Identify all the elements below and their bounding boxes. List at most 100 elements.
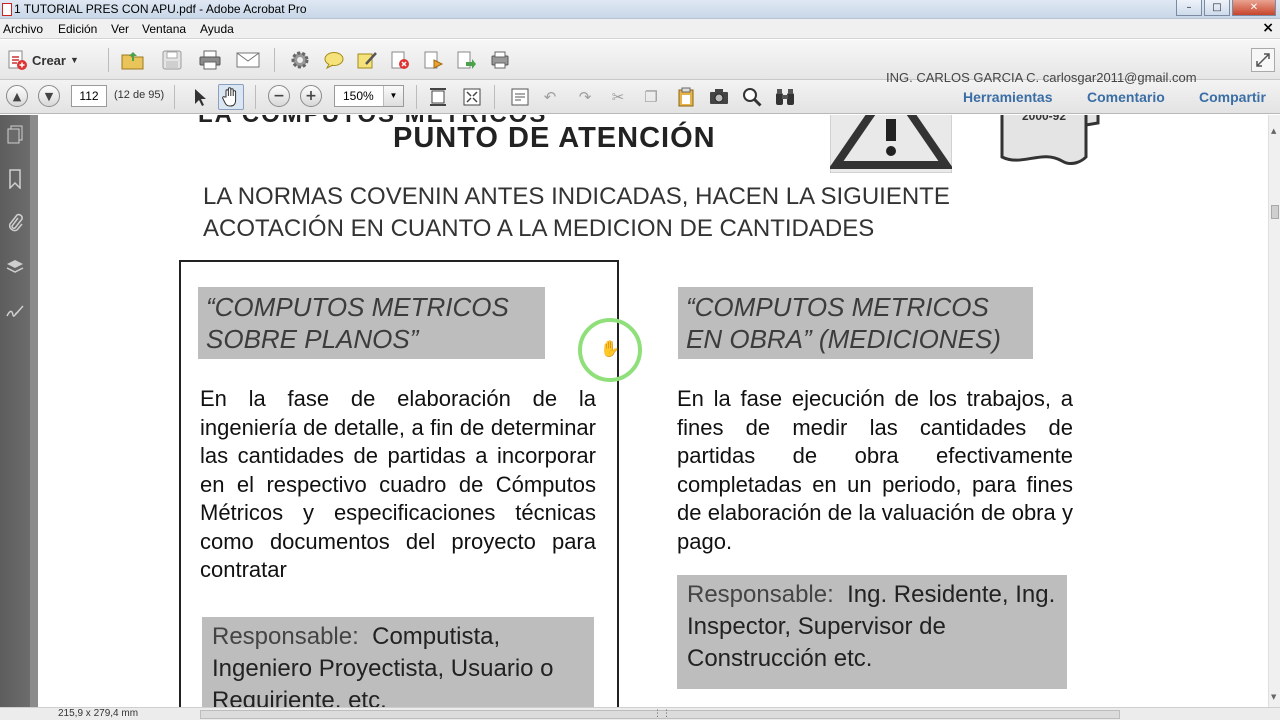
ocr-button[interactable] [508, 85, 532, 109]
window-title: 1 TUTORIAL PRES CON APU.pdf - Adobe Acro… [14, 2, 307, 16]
menu-ayuda[interactable]: Ayuda [200, 22, 234, 36]
maximize-button[interactable]: □ [1204, 0, 1230, 16]
fit-width-button[interactable] [426, 85, 450, 109]
search-icon [743, 88, 762, 107]
scrollbar-grip-icon[interactable]: ⋮⋮ [653, 709, 671, 719]
crear-label: Crear [32, 52, 66, 68]
comentario-link[interactable]: Comentario [1087, 89, 1165, 105]
page-heading: PUNTO DE ATENCIÓN [393, 122, 716, 154]
print-button[interactable] [198, 48, 222, 72]
menu-edicion[interactable]: Edición [58, 22, 97, 36]
status-bar: 215,9 x 279,4 mm ⋮⋮ [0, 707, 1280, 720]
snapshot-button[interactable] [707, 85, 731, 109]
sign-button[interactable] [421, 48, 445, 72]
document-gutter [30, 115, 38, 707]
crear-button[interactable]: Crear ▼ [6, 48, 79, 72]
scroll-up-icon[interactable]: ▲ [1271, 127, 1276, 135]
subheading: LA NORMAS COVENIN ANTES INDICADAS, HACEN… [203, 181, 950, 245]
copy-icon[interactable]: ❐ [641, 87, 661, 107]
warning-sign-image [830, 115, 952, 173]
expand-view-button[interactable] [1251, 48, 1275, 72]
title-line: SOBRE PLANOS” [206, 324, 419, 354]
page-thumbnails-icon[interactable] [5, 125, 25, 145]
advanced-search-button[interactable] [773, 85, 797, 109]
zoom-in-button[interactable]: + [300, 85, 322, 107]
page-number-input[interactable]: 112 [71, 85, 107, 107]
menu-ventana[interactable]: Ventana [142, 22, 186, 36]
vertical-scrollbar[interactable]: ▲ ▼ [1268, 115, 1280, 707]
arrow-up-icon: ▲ [12, 89, 22, 103]
plus-icon: + [305, 88, 317, 104]
previous-page-button[interactable]: ▲ [6, 85, 28, 107]
computos-obra-description: En la fase ejecución de los trabajos, a … [677, 386, 1073, 554]
hand-tool-button[interactable] [218, 84, 244, 110]
comment-icon [324, 52, 344, 70]
close-document-button[interactable]: × [1262, 20, 1274, 36]
zoom-level-select[interactable]: 150% ▼ [334, 85, 404, 107]
menu-bar: Archivo Edición Ver Ventana Ayuda × [0, 19, 1280, 39]
export-button[interactable] [454, 48, 478, 72]
attachments-icon[interactable] [5, 213, 25, 233]
save-button[interactable] [160, 48, 184, 72]
close-window-button[interactable]: ✕ [1232, 0, 1276, 16]
layers-icon[interactable] [5, 257, 25, 277]
search-button[interactable] [740, 85, 764, 109]
sticky-note-button[interactable] [355, 48, 379, 72]
title-line: “COMPUTOS METRICOS [206, 292, 509, 322]
document-viewport[interactable]: LA COMPUTOS METRICOS PUNTO DE ATENCIÓN L… [38, 115, 1268, 707]
computos-obra-title: “COMPUTOS METRICOS EN OBRA” (MEDICIONES) [678, 287, 1033, 359]
select-tool-button[interactable] [188, 85, 212, 109]
redo-icon[interactable]: ↷ [575, 87, 595, 107]
hand-icon [222, 87, 237, 107]
expand-icon [1256, 53, 1270, 67]
title-bar: 1 TUTORIAL PRES CON APU.pdf - Adobe Acro… [0, 0, 1280, 19]
full-screen-button[interactable] [460, 85, 484, 109]
menu-ver[interactable]: Ver [111, 22, 129, 36]
toolbar-divider [274, 48, 275, 72]
norm-doc-label: 2000-92 [1022, 115, 1066, 123]
camera-icon [710, 89, 728, 104]
responsible-label: Responsable: [212, 623, 359, 650]
email-button[interactable] [236, 48, 260, 72]
secure-button[interactable] [388, 48, 412, 72]
zoom-out-button[interactable]: − [268, 85, 290, 107]
fit-page-icon [430, 88, 446, 106]
open-folder-icon [121, 52, 144, 70]
cut-icon[interactable]: ✂ [608, 87, 628, 107]
sticky-note-icon [357, 52, 377, 69]
print-icon [199, 50, 221, 70]
secure-icon [391, 51, 409, 69]
undo-icon[interactable]: ↶ [540, 87, 560, 107]
menu-archivo[interactable]: Archivo [3, 22, 43, 36]
acrobat-document-icon [2, 3, 12, 16]
clipboard-icon [678, 87, 694, 107]
compartir-link[interactable]: Compartir [1199, 89, 1266, 105]
email-icon [236, 52, 260, 68]
bookmarks-icon[interactable] [5, 169, 25, 189]
toolbar-divider [416, 85, 417, 109]
signatures-icon[interactable] [5, 301, 25, 321]
scrollbar-thumb[interactable] [1271, 205, 1279, 219]
herramientas-link[interactable]: Herramientas [963, 89, 1053, 105]
page-dimensions: 215,9 x 279,4 mm [58, 708, 139, 719]
binoculars-icon [776, 89, 794, 105]
minimize-button[interactable]: – [1176, 0, 1202, 16]
toolbar-divider [494, 85, 495, 109]
paste-button[interactable] [674, 85, 698, 109]
open-folder-button[interactable] [121, 48, 145, 72]
scroll-down-icon[interactable]: ▼ [1271, 693, 1276, 701]
full-screen-icon [463, 88, 481, 106]
combine-button[interactable] [488, 48, 512, 72]
computos-obra-responsible: Responsable: Ing. Residente, Ing. Inspec… [677, 575, 1067, 689]
comment-button[interactable] [322, 48, 346, 72]
ocr-text-icon [511, 88, 529, 106]
title-line: “COMPUTOS METRICOS [686, 292, 989, 322]
settings-button[interactable] [288, 48, 312, 72]
next-page-button[interactable]: ▼ [38, 85, 60, 107]
horizontal-scrollbar[interactable]: ⋮⋮ [200, 709, 1120, 719]
sign-icon [424, 51, 444, 69]
chevron-down-icon: ▼ [383, 86, 403, 106]
toolbar-divider [108, 48, 109, 72]
computos-planos-description: En la fase de elaboración de la ingenier… [200, 386, 596, 582]
toolbar-divider [174, 85, 175, 109]
